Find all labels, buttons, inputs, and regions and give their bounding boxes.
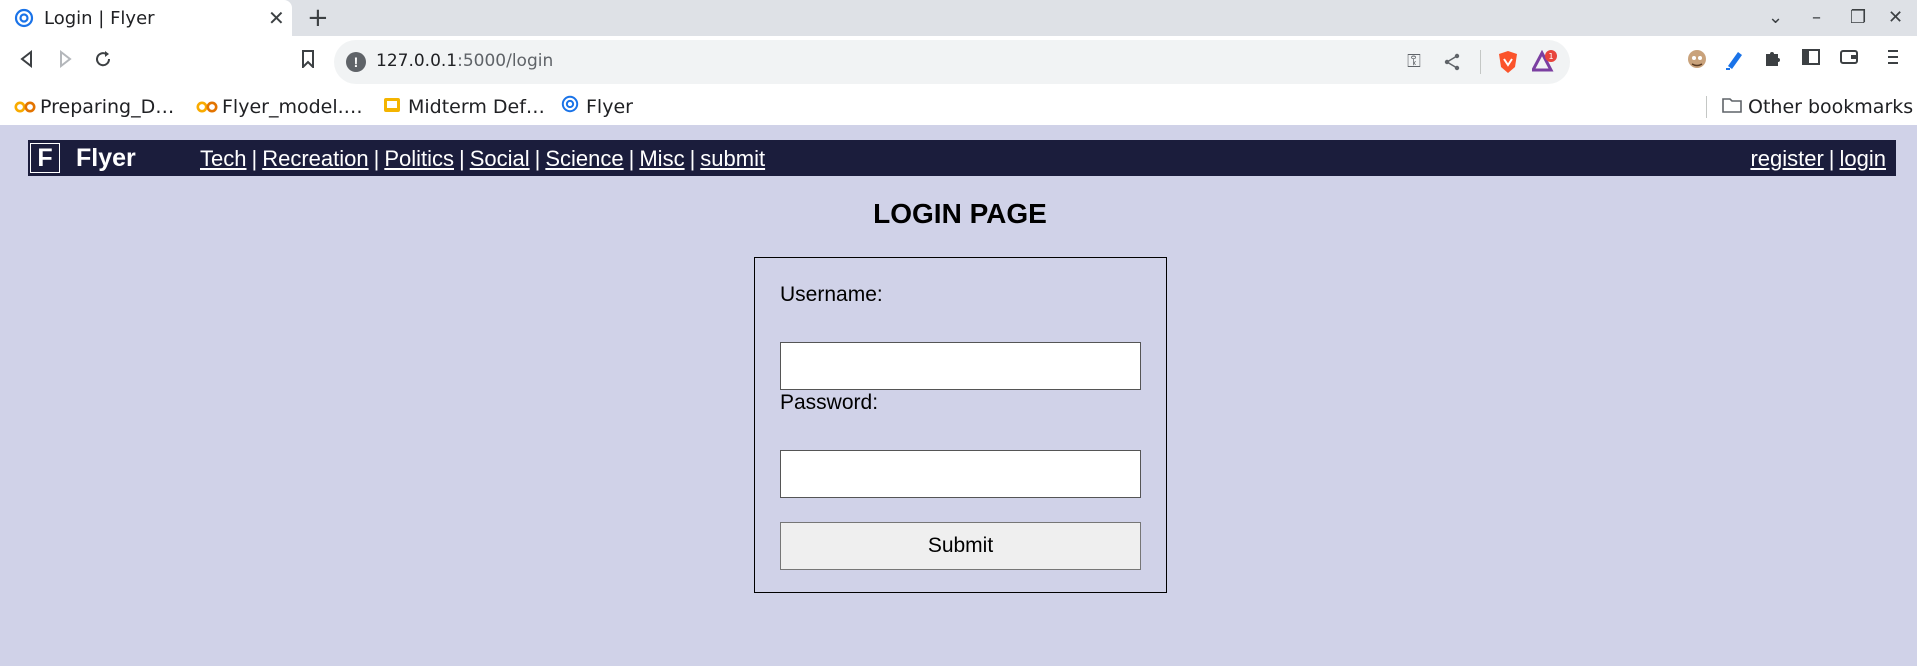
nav-link-submit[interactable]: submit — [700, 146, 765, 171]
reload-icon[interactable] — [88, 44, 118, 74]
new-tab-icon[interactable]: + — [307, 3, 329, 33]
login-link[interactable]: login — [1840, 146, 1886, 171]
submit-button[interactable]: Submit — [780, 522, 1141, 570]
back-icon[interactable] — [12, 44, 42, 74]
share-icon[interactable] — [1440, 50, 1464, 74]
wallet-icon[interactable] — [1836, 48, 1862, 74]
tab-search-icon[interactable]: ⌄ — [1768, 6, 1783, 30]
restore-icon[interactable]: ❐ — [1850, 6, 1866, 30]
omnibox-divider — [1480, 50, 1481, 74]
site-brand[interactable]: Flyer — [76, 144, 136, 173]
bookmark-label: Flyer_model.… — [222, 96, 363, 118]
bookmark-label: Midterm Def… — [408, 96, 545, 118]
folder-icon — [1722, 96, 1742, 122]
forward-icon[interactable] — [50, 44, 80, 74]
window-close-icon[interactable]: ✕ — [1888, 6, 1903, 30]
nav-link-science[interactable]: Science — [545, 146, 623, 171]
site-logo[interactable]: F — [30, 143, 60, 173]
bookmark-item[interactable]: Flyer_model.… — [196, 94, 363, 120]
username-field[interactable] — [780, 342, 1141, 390]
bookmarks-bar: Preparing_D… Flyer_model.… Midterm Def… … — [0, 88, 1917, 125]
bookmark-item[interactable]: Flyer — [560, 94, 633, 120]
bookmark-icon[interactable] — [293, 44, 323, 74]
browser-tab-active[interactable]: Login | Flyer ✕ — [0, 0, 292, 36]
other-bookmarks-label: Other bookmarks — [1748, 96, 1914, 118]
nav-separator: | — [534, 146, 541, 171]
colab-icon — [196, 96, 218, 122]
register-link[interactable]: register — [1750, 146, 1823, 171]
extension-avatar-icon[interactable] — [1684, 48, 1710, 74]
password-field[interactable] — [780, 450, 1141, 498]
flyer-swirl-icon — [14, 8, 34, 28]
tab-close-icon[interactable]: ✕ — [268, 6, 285, 30]
auth-nav: register | login — [1750, 146, 1886, 172]
nav-link-tech[interactable]: Tech — [200, 146, 246, 171]
nav-link-politics[interactable]: Politics — [384, 146, 454, 171]
other-bookmarks[interactable]: Other bookmarks — [1722, 94, 1913, 120]
minimize-icon[interactable]: – — [1812, 6, 1821, 30]
browser-tabstrip: Login | Flyer ✕ + ⌄ – ❐ ✕ — [0, 0, 1917, 36]
nav-separator: | — [628, 146, 635, 171]
login-form: Username: Password: Submit — [754, 257, 1167, 593]
site-info-icon[interactable]: ! — [346, 52, 366, 72]
page-title: LOGIN PAGE — [873, 198, 1047, 229]
slides-icon — [382, 96, 402, 122]
sidebar-icon[interactable] — [1798, 48, 1824, 74]
nav-link-recreation[interactable]: Recreation — [262, 146, 368, 171]
brave-shields-icon[interactable] — [1496, 50, 1520, 74]
brave-rewards-icon[interactable]: 1 — [1530, 49, 1557, 74]
tab-title: Login | Flyer — [44, 8, 155, 29]
colab-icon — [14, 96, 36, 122]
url-host: 127.0.0.1 — [376, 51, 458, 71]
nav-link-misc[interactable]: Misc — [639, 146, 684, 171]
nav-separator: | — [373, 146, 380, 171]
bookmark-label: Flyer — [586, 96, 633, 118]
nav-separator: | — [689, 146, 696, 171]
username-label: Username: — [780, 283, 883, 306]
nav-separator: | — [459, 146, 465, 171]
flyer-swirl-icon — [560, 95, 580, 122]
category-nav: Tech | Recreation | Politics | Social | Science |… — [200, 146, 765, 172]
bookmarks-divider — [1706, 96, 1707, 118]
bookmark-item[interactable]: Midterm Def… — [382, 94, 545, 120]
password-key-icon[interactable]: ⚿ — [1402, 50, 1426, 74]
nav-separator: | — [1828, 146, 1835, 171]
menu-icon[interactable] — [1880, 48, 1906, 74]
highlighter-extension-icon[interactable] — [1722, 48, 1748, 74]
extensions-puzzle-icon[interactable] — [1760, 48, 1786, 74]
url-path: :5000/login — [457, 51, 554, 71]
nav-link-social[interactable]: Social — [470, 146, 530, 171]
page-content: F Flyer Tech | Recreation | Politics | Social |… — [0, 129, 1917, 666]
password-label: Password: — [780, 391, 879, 414]
svg-text:1: 1 — [1548, 52, 1553, 61]
address-bar[interactable]: ! 127.0.0.1:5000/login ⚿ 1 — [334, 40, 1570, 84]
nav-separator: | — [251, 146, 258, 171]
address-url: 127.0.0.1:5000/login — [376, 51, 553, 71]
bookmark-label: Preparing_D… — [40, 96, 175, 118]
bookmark-item[interactable]: Preparing_D… — [14, 94, 174, 120]
site-navbar: F Flyer Tech | Recreation | Politics | Social |… — [28, 140, 1896, 176]
